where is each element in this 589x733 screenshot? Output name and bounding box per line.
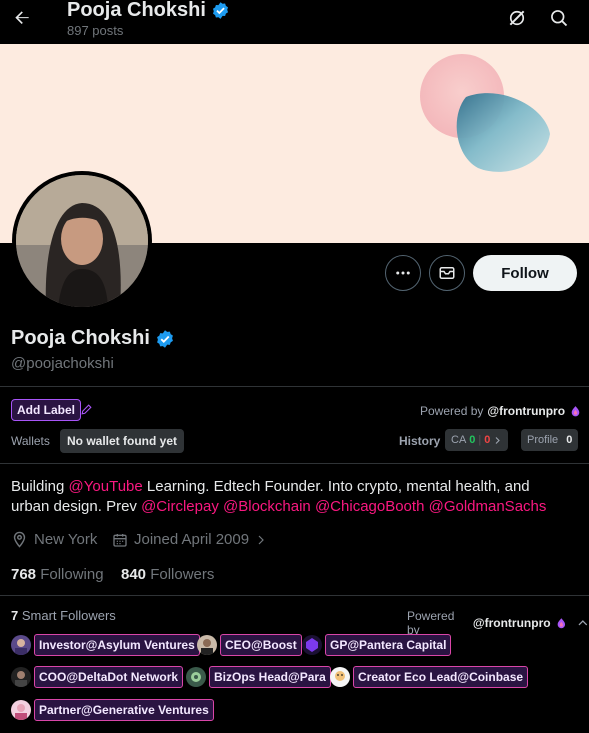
grok-button[interactable] xyxy=(505,6,529,30)
add-label-button[interactable]: Add Label xyxy=(11,399,82,421)
calendar-icon xyxy=(113,533,127,547)
header-title-block: Pooja Chokshi 897 posts xyxy=(67,0,230,38)
followers-link[interactable]: 840 Followers xyxy=(121,566,214,583)
powered-by-handle: @frontrunpro xyxy=(472,616,551,630)
divider xyxy=(0,386,589,387)
profile-bio: Building @YouTube Learning. Edtech Found… xyxy=(11,477,571,517)
grok-icon xyxy=(509,10,525,26)
more-dots-icon xyxy=(396,271,410,275)
powered-by-frontrun[interactable]: Powered by @frontrunpro xyxy=(420,404,582,418)
divider xyxy=(0,463,589,464)
location: New York xyxy=(11,531,97,548)
ca-history-pill[interactable]: CA 0 | 0 xyxy=(445,429,509,451)
back-button[interactable] xyxy=(8,4,36,32)
search-icon xyxy=(551,10,568,27)
frontrun-logo-icon xyxy=(557,617,565,628)
profile-name-text: Pooja Chokshi xyxy=(11,327,150,349)
smart-follower-label: BizOps Head@Para xyxy=(209,666,331,688)
bio-mention-link[interactable]: @Circlepay xyxy=(141,498,219,515)
following-label: Following xyxy=(40,566,104,583)
chevron-right-icon xyxy=(258,535,264,544)
follower-avatar xyxy=(11,667,31,687)
smart-follower-chip[interactable]: BizOps Head@Para xyxy=(186,666,331,688)
bio-mention-link[interactable]: @GoldmanSachs xyxy=(429,498,547,515)
follower-avatar xyxy=(186,667,206,687)
smart-follower-chip[interactable]: Partner@Generative Ventures xyxy=(11,699,214,721)
profile-handle: @poojachokshi xyxy=(11,355,114,372)
joined-text: Joined April 2009 xyxy=(134,531,250,548)
mail-icon xyxy=(439,267,455,279)
verified-badge-icon[interactable] xyxy=(155,329,175,349)
smart-follower-label: GP@Pantera Capital xyxy=(325,634,452,656)
followers-count: 840 xyxy=(121,566,147,583)
smart-follower-chip[interactable]: CEO@Boost xyxy=(197,634,302,656)
smart-follower-chip[interactable]: Investor@Asylum Ventures xyxy=(11,634,200,656)
message-button[interactable] xyxy=(429,255,465,291)
follower-avatar xyxy=(302,635,322,655)
header-title: Pooja Chokshi xyxy=(67,0,230,23)
history-label: History xyxy=(399,434,441,448)
follower-avatar xyxy=(11,700,31,720)
bio-mention-link[interactable]: @ChicagoBooth xyxy=(315,498,424,515)
follow-button[interactable]: Follow xyxy=(473,255,577,291)
pencil-icon[interactable] xyxy=(80,403,93,416)
following-link[interactable]: 768 Following xyxy=(11,566,104,583)
smart-follower-chip[interactable]: Creator Eco Lead@Coinbase xyxy=(330,666,529,688)
profile-history-pill[interactable]: Profile 0 xyxy=(521,429,579,451)
follower-avatar xyxy=(197,635,217,655)
header-name: Pooja Chokshi xyxy=(67,0,206,21)
location-pin-icon xyxy=(13,531,26,548)
profile-history-value: 0 xyxy=(566,434,573,446)
smart-follower-chip[interactable]: COO@DeltaDot Network xyxy=(11,666,184,688)
verified-badge-icon xyxy=(212,1,228,19)
ca-green-count: 0 xyxy=(469,434,476,446)
ca-label: CA xyxy=(451,434,467,446)
wallets-label: Wallets xyxy=(11,434,50,448)
chevron-right-icon xyxy=(495,436,501,444)
profile-name: Pooja Chokshi xyxy=(11,327,175,350)
ca-red-count: 0 xyxy=(484,434,491,446)
bio-text: Building xyxy=(11,478,69,495)
frontrun-logo-icon xyxy=(571,405,580,416)
back-arrow-icon xyxy=(15,11,29,24)
powered-by-handle: @frontrunpro xyxy=(487,404,566,418)
more-options-button[interactable] xyxy=(385,255,421,291)
avatar-photo xyxy=(16,175,148,307)
joined-date[interactable]: Joined April 2009 xyxy=(112,531,267,548)
follower-avatar xyxy=(330,667,350,687)
smart-follower-label: COO@DeltaDot Network xyxy=(34,666,184,688)
smart-follower-label: CEO@Boost xyxy=(220,634,302,656)
powered-by-text: Powered by xyxy=(420,404,484,418)
follower-avatar xyxy=(11,635,31,655)
bio-mention-link[interactable]: @YouTube xyxy=(69,478,143,495)
location-text: New York xyxy=(34,531,98,548)
smart-follower-label: Partner@Generative Ventures xyxy=(34,699,214,721)
following-count: 768 xyxy=(11,566,37,583)
smart-follower-label: Investor@Asylum Ventures xyxy=(34,634,200,656)
smart-followers-powered-by[interactable]: Powered by @frontrunpro xyxy=(407,609,589,637)
smart-followers-heading: 7 Smart Followers xyxy=(11,608,116,623)
profile-history-label: Profile xyxy=(527,434,559,446)
divider xyxy=(0,595,589,596)
wallet-status-pill: No wallet found yet xyxy=(60,429,185,453)
smart-follower-chip[interactable]: GP@Pantera Capital xyxy=(302,634,452,656)
smart-followers-count: 7 xyxy=(11,608,19,623)
top-bar: Pooja Chokshi 897 posts xyxy=(0,0,589,44)
smart-followers-label: Smart Followers xyxy=(21,608,116,623)
followers-label: Followers xyxy=(150,566,215,583)
profile-avatar[interactable] xyxy=(12,171,152,311)
chevron-up-icon[interactable] xyxy=(577,617,589,629)
powered-by-text: Powered by xyxy=(407,609,455,637)
search-button[interactable] xyxy=(547,6,571,30)
posts-count: 897 posts xyxy=(67,23,124,38)
bio-mention-link[interactable]: @Blockchain xyxy=(223,498,311,515)
ca-separator: | xyxy=(478,434,482,446)
smart-follower-label: Creator Eco Lead@Coinbase xyxy=(353,666,529,688)
